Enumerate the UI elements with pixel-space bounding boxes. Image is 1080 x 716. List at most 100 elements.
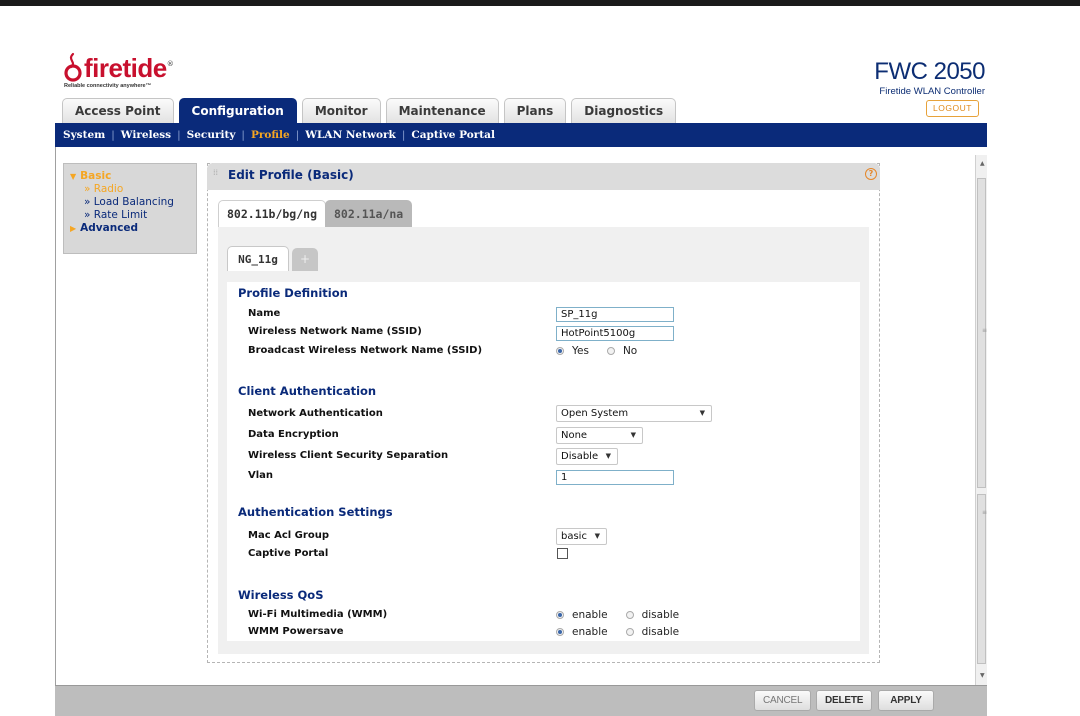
tab-diagnostics[interactable]: Diagnostics [571,98,677,123]
wmm-radios: enable disable [556,608,679,622]
wmm-enable-radio[interactable] [556,611,564,619]
mac-acl-value: basic [561,531,587,542]
sub-nav-wlan-network[interactable]: WLAN Network [305,129,396,141]
powersave-enable-radio[interactable] [556,628,564,636]
tab-configuration[interactable]: Configuration [178,98,297,124]
tab-profile-ng-11g[interactable]: NG_11g [227,246,289,271]
section-profile-definition: Profile Definition [238,286,348,300]
sub-nav-system[interactable]: System [63,129,105,141]
drag-handle-icon[interactable]: ⁞⁞ [213,168,218,177]
data-encryption-label: Data Encryption [248,429,339,440]
broadcast-yes-label: Yes [572,345,589,357]
tab-monitor[interactable]: Monitor [301,98,381,123]
product-name: FWC 2050 [874,58,985,85]
sub-nav-separator: | [177,129,181,141]
window-top-bar [0,0,1080,6]
broadcast-ssid-radios: Yes No [556,344,637,358]
side-menu-basic-label: Basic [80,170,112,182]
mac-acl-label: Mac Acl Group [248,530,329,541]
separation-value: Disable [561,451,599,462]
sub-nav-separator: | [401,129,406,141]
brand-name: firetide [84,53,167,83]
sub-nav-security[interactable]: Security [187,129,236,141]
sub-nav-separator: | [295,129,300,141]
sub-nav-separator: | [111,129,115,141]
panel-title: Edit Profile (Basic) [228,168,354,182]
side-menu-load-balancing[interactable]: » Load Balancing [70,196,196,209]
broadcast-no-radio[interactable] [606,347,615,355]
chevron-down-icon: ▼ [699,409,705,417]
section-client-authentication: Client Authentication [238,384,377,398]
ssid-field[interactable]: HotPoint5100g [556,326,674,341]
vlan-label: Vlan [248,470,274,481]
captive-portal-label: Captive Portal [248,548,329,559]
wmm-powersave-radios: enable disable [556,625,679,639]
tab-maintenance[interactable]: Maintenance [385,98,499,123]
chevron-down-icon: ▼ [605,452,611,460]
ssid-label: Wireless Network Name (SSID) [248,326,422,337]
scrollbar-thumb-lower[interactable] [977,494,986,664]
tab-access-point[interactable]: Access Point [62,98,174,123]
powersave-disable-radio[interactable] [625,628,634,636]
network-auth-select[interactable]: Open System ▼ [556,405,712,422]
side-menu-advanced[interactable]: ▶ Advanced [70,222,196,235]
separation-select[interactable]: Disable ▼ [556,448,618,465]
product-subtitle: Firetide WLAN Controller [879,86,985,97]
data-encryption-select[interactable]: None ▼ [556,427,643,444]
scroll-down-icon[interactable]: ▼ [980,672,985,679]
section-wireless-qos: Wireless QoS [238,588,324,602]
sub-nav: System | Wireless | Security | Profile |… [63,123,495,147]
wmm-disable-label: disable [641,609,680,621]
help-icon[interactable]: ? [865,168,877,180]
name-field[interactable]: SP_11g [556,307,674,322]
tab-band-ana[interactable]: 802.11a/na [325,200,413,227]
sub-nav-profile[interactable]: Profile [251,129,290,141]
registered-mark: ® [166,60,174,68]
sub-nav-captive-portal[interactable]: Captive Portal [411,129,495,141]
chevron-down-icon: ▼ [630,431,636,439]
side-menu-basic[interactable]: ▼ Basic [70,170,196,183]
powersave-disable-label: disable [641,626,680,638]
sub-nav-separator: | [241,129,245,141]
mac-acl-select[interactable]: basic ▼ [556,528,607,545]
wmm-label: Wi-Fi Multimedia (WMM) [248,609,388,620]
grip-icon: ≡ [982,509,988,516]
wmm-enable-label: enable [572,609,608,621]
delete-button[interactable]: DELETE [816,690,873,711]
add-profile-tab[interactable]: + [292,248,318,271]
chevron-down-icon: ▼ [594,532,600,540]
wmm-disable-radio[interactable] [625,611,634,619]
broadcast-yes-radio[interactable] [556,347,564,355]
network-auth-value: Open System [561,408,629,419]
logout-button[interactable]: LOGOUT [926,100,979,117]
cancel-button[interactable]: CANCEL [754,690,812,711]
side-menu: ▼ Basic » Radio » Load Balancing » Rate L… [63,163,197,254]
side-menu-radio[interactable]: » Radio [70,183,196,196]
broadcast-ssid-label: Broadcast Wireless Network Name (SSID) [248,345,483,356]
apply-button[interactable]: APPLY [878,690,934,711]
product-header: FWC 2050 Firetide WLAN Controller [874,58,985,98]
side-menu-rate-limit[interactable]: » Rate Limit [70,209,196,222]
sub-nav-wireless[interactable]: Wireless [121,129,171,141]
data-encryption-value: None [561,430,588,441]
flame-logo-icon [64,52,82,82]
network-auth-label: Network Authentication [248,408,383,419]
scroll-up-icon[interactable]: ▲ [980,160,985,167]
section-authentication-settings: Authentication Settings [238,505,393,519]
powersave-enable-label: enable [572,626,608,638]
side-menu-advanced-label: Advanced [80,222,139,234]
separation-label: Wireless Client Security Separation [248,450,449,461]
wmm-powersave-label: WMM Powersave [248,626,344,637]
grip-icon: ≡ [982,327,988,334]
tab-band-bgn[interactable]: 802.11b/bg/ng [218,200,327,228]
name-label: Name [248,308,281,319]
tab-plans[interactable]: Plans [503,98,567,123]
vlan-field[interactable]: 1 [556,470,674,485]
captive-portal-checkbox[interactable] [557,548,568,559]
firetide-logo: firetide ® Reliable connectivity anywher… [63,52,174,89]
chevron-down-icon: ▼ [70,172,77,181]
broadcast-no-label: No [622,345,638,357]
chevron-right-icon: ▶ [70,224,77,233]
main-tab-bar: Access Point Configuration Monitor Maint… [62,98,681,124]
brand-tagline: Reliable connectivity anywhere™ [64,83,152,89]
